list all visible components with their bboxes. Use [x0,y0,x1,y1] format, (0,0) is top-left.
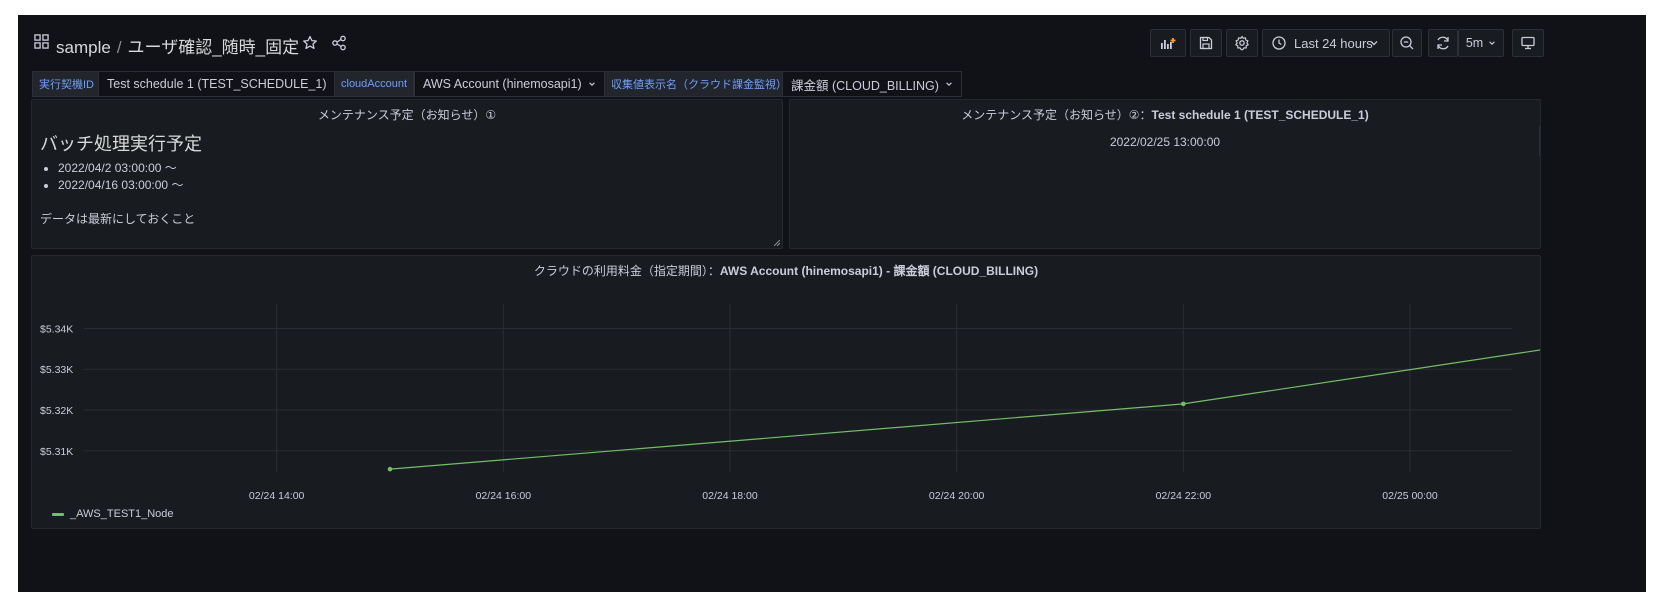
panel-heading: バッチ処理実行予定 [40,134,202,154]
legend-swatch [52,512,64,516]
series-line [389,349,1540,470]
refresh-interval-label: 5m [1465,36,1484,50]
y-tick-label: $5.32K [40,405,73,417]
refresh-icon [1437,36,1449,50]
variable-select-collected-name[interactable]: 課金額 (CLOUD_BILLING) [782,71,962,97]
dashboards-grid-icon[interactable] [34,34,49,49]
zoom-out-button[interactable] [1392,29,1422,57]
x-tick-label: 02/24 14:00 [249,490,305,502]
chart-legend: _AWS_TEST1_Node [52,508,174,520]
dashboard-app: sample / ユーザ確認_随時_固定 Last 24 hours 5m 実行… [18,15,1646,592]
variable-label-collected-name: 収集値表示名（クラウド課金監視） [604,71,794,97]
variable-select-exec-id[interactable]: Test schedule 1 (TEST_SCHEDULE_1) [98,71,350,97]
variable-value-collected-name: 課金額 (CLOUD_BILLING) [791,78,939,93]
panel-title[interactable]: メンテナンス予定（お知らせ）②：Test schedule 1 (TEST_SC… [790,106,1540,123]
variable-label-exec-id: 実行契機ID [32,71,101,97]
panel-cloud-cost-chart: クラウドの利用料金（指定期間）：AWS Account (hinemosapi1… [31,255,1541,529]
panel-title[interactable]: メンテナンス予定（お知らせ）① [32,106,782,123]
variable-select-cloud-account[interactable]: AWS Account (hinemosapi1) [414,71,605,97]
y-tick-label: $5.31K [40,446,73,458]
monitor-icon [1521,36,1535,50]
tv-mode-button[interactable] [1512,29,1544,57]
panel-note: データは最新にしておくこと [40,212,196,226]
panel-maintenance-2: メンテナンス予定（お知らせ）②：Test schedule 1 (TEST_SC… [789,99,1541,249]
star-icon[interactable] [302,35,318,51]
save-dashboard-button[interactable] [1190,29,1222,57]
breadcrumb: sample / ユーザ確認_随時_固定 [56,33,299,58]
x-tick-label: 02/24 22:00 [1156,490,1212,502]
variable-value-cloud-account: AWS Account (hinemosapi1) [423,77,582,91]
share-icon[interactable] [331,35,347,51]
chevron-down-icon [946,82,952,86]
time-range-picker[interactable]: Last 24 hours [1262,29,1390,57]
dashboard-title[interactable]: ユーザ確認_随時_固定 [128,38,300,57]
refresh-button[interactable] [1428,29,1458,57]
variable-label-cloud-account: cloudAccount [334,71,415,97]
legend-series-label[interactable]: _AWS_TEST1_Node [70,508,174,520]
panel-title-prefix: メンテナンス予定（お知らせ）②： [961,108,1152,122]
chevron-down-icon [1370,41,1378,46]
settings-button[interactable] [1226,29,1258,57]
data-point [1181,401,1186,407]
panel-title-variable: Test schedule 1 (TEST_SCHEDULE_1) [1151,108,1369,122]
x-tick-label: 02/25 00:00 [1382,490,1438,502]
breadcrumb-folder[interactable]: sample [56,38,111,57]
x-tick-label: 02/24 16:00 [476,490,532,502]
list-item: 2022/04/2 03:00:00 〜 [58,160,183,177]
zoom-out-icon [1400,36,1414,50]
top-navbar: sample / ユーザ確認_随時_固定 Last 24 hours 5m [18,15,1646,71]
panel-divider [1539,126,1540,156]
x-tick-label: 02/24 18:00 [702,490,758,502]
gear-icon [1235,35,1249,51]
panel-value: 2022/02/25 13:00:00 [1109,135,1221,149]
resize-handle-icon[interactable] [774,240,780,246]
clock-icon [1272,36,1286,50]
timeseries-chart[interactable]: 02/24 14:00 02/24 16:00 02/24 18:00 02/24 2… [32,256,1540,528]
add-panel-button[interactable] [1150,29,1186,57]
chevron-down-icon [1489,41,1495,45]
x-tick-label: 02/24 20:00 [929,490,985,502]
template-variables-bar: 実行契機ID Test schedule 1 (TEST_SCHEDULE_1)… [32,71,1632,101]
y-tick-label: $5.33K [40,364,73,376]
refresh-interval-picker[interactable]: 5m [1458,29,1504,57]
panel-maintenance-1: メンテナンス予定（お知らせ）① バッチ処理実行予定 2022/04/2 03:0… [31,99,783,249]
list-item: 2022/04/16 03:00:00 〜 [58,177,183,194]
data-point [387,466,393,472]
schedule-list: 2022/04/2 03:00:00 〜 2022/04/16 03:00:00… [40,160,183,194]
chevron-down-icon [588,82,595,86]
time-range-label: Last 24 hours [1294,35,1373,51]
breadcrumb-separator: / [116,38,122,57]
add-panel-icon [1161,38,1176,49]
save-icon [1199,36,1213,50]
y-tick-label: $5.34K [40,323,73,335]
variable-value-exec-id: Test schedule 1 (TEST_SCHEDULE_1) [107,77,327,91]
